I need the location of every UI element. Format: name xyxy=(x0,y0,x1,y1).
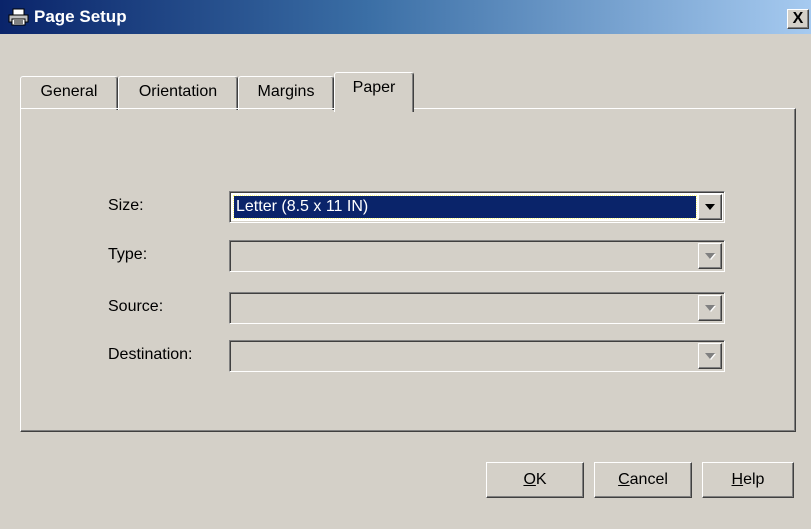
window-title: Page Setup xyxy=(34,7,127,26)
ok-mnemonic: O xyxy=(523,471,536,488)
ok-label-rest: K xyxy=(535,471,547,488)
tab-orientation[interactable]: Orientation xyxy=(118,76,238,110)
ok-button[interactable]: OK xyxy=(486,462,584,498)
cancel-label-rest: ancel xyxy=(629,471,668,488)
tab-margins[interactable]: Margins xyxy=(238,76,334,110)
cancel-button[interactable]: Cancel xyxy=(594,462,692,498)
title-bar[interactable]: Page Setup X xyxy=(0,0,811,34)
tab-general[interactable]: General xyxy=(20,76,118,110)
cancel-mnemonic: C xyxy=(618,471,630,488)
help-mnemonic: H xyxy=(731,471,744,488)
printer-icon xyxy=(8,8,30,26)
tab-strip: General Orientation Margins Paper xyxy=(20,72,440,112)
tab-paper[interactable]: Paper xyxy=(334,72,414,112)
paper-tab-panel xyxy=(20,108,796,432)
help-label-rest: elp xyxy=(743,471,765,488)
close-button[interactable]: X xyxy=(787,9,809,29)
help-button[interactable]: Help xyxy=(702,462,794,498)
